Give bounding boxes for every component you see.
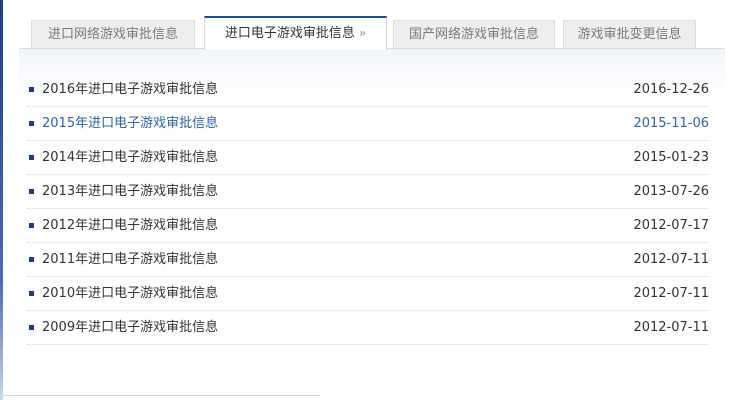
square-bullet-icon [29,257,34,262]
square-bullet-icon [29,223,34,228]
list-item: 2009年进口电子游戏审批信息 2012-07-11 [27,311,709,345]
tab-game-approval-changes[interactable]: 游戏审批变更信息 [563,20,696,48]
list-item: 2010年进口电子游戏审批信息 2012-07-11 [27,277,709,311]
list-item-link[interactable]: 2012年进口电子游戏审批信息 [27,210,218,242]
list-item-link[interactable]: 2011年进口电子游戏审批信息 [27,244,218,276]
square-bullet-icon [29,121,34,126]
list-item-title: 2016年进口电子游戏审批信息 [42,81,219,97]
list-item: 2016年进口电子游戏审批信息 2016-12-26 [27,73,709,107]
tab-import-electronic-games[interactable]: 进口电子游戏审批信息» [204,16,387,50]
list-item-title: 2009年进口电子游戏审批信息 [42,319,219,335]
list-item-title: 2010年进口电子游戏审批信息 [42,285,219,301]
list-item-link[interactable]: 2009年进口电子游戏审批信息 [27,312,218,344]
tab-label: 进口电子游戏审批信息 [224,26,355,41]
square-bullet-icon [29,155,34,160]
square-bullet-icon [29,87,34,92]
tab-domestic-online-games[interactable]: 国产网络游戏审批信息 [393,20,555,48]
list-item-title: 2014年进口电子游戏审批信息 [42,149,219,165]
list-item: 2011年进口电子游戏审批信息 2012-07-11 [27,243,709,277]
square-bullet-icon [29,325,34,330]
list-item-date: 2016-12-26 [633,81,709,97]
list-item: 2012年进口电子游戏审批信息 2012-07-17 [27,209,709,243]
tab-label: 进口网络游戏审批信息 [47,27,178,42]
list-item-date: 2012-07-11 [633,319,709,335]
approval-list: 2016年进口电子游戏审批信息 2016-12-26 2015年进口电子游戏审批… [27,73,709,345]
tab-label: 国产网络游戏审批信息 [408,27,539,42]
list-item: 2013年进口电子游戏审批信息 2013-07-26 [27,175,709,209]
list-item-date: 2015-01-23 [633,149,709,165]
list-item-link[interactable]: 2016年进口电子游戏审批信息 [27,74,218,106]
tab-bar: 进口网络游戏审批信息 进口电子游戏审批信息» 国产网络游戏审批信息 游戏审批变更… [19,14,725,50]
double-chevron-right-icon: » [358,26,367,40]
square-bullet-icon [29,189,34,194]
list-item-date: 2013-07-26 [633,183,709,199]
list-item: 2015年进口电子游戏审批信息 2015-11-06 [27,107,709,141]
square-bullet-icon [29,291,34,296]
list-item-date: 2012-07-11 [633,285,709,301]
list-item-title: 2015年进口电子游戏审批信息 [42,115,219,131]
tab-import-online-games[interactable]: 进口网络游戏审批信息 [31,20,195,48]
list-item-title: 2011年进口电子游戏审批信息 [42,251,219,267]
list-item: 2014年进口电子游戏审批信息 2015-01-23 [27,141,709,175]
list-item-link[interactable]: 2010年进口电子游戏审批信息 [27,278,218,310]
tab-label: 游戏审批变更信息 [577,27,682,42]
left-accent-bar [0,0,3,400]
approval-info-panel: 进口网络游戏审批信息 进口电子游戏审批信息» 国产网络游戏审批信息 游戏审批变更… [19,14,725,354]
list-item-date: 2012-07-11 [633,251,709,267]
tab-content: 2016年进口电子游戏审批信息 2016-12-26 2015年进口电子游戏审批… [19,48,725,349]
list-item-title: 2013年进口电子游戏审批信息 [42,183,219,199]
list-item-link[interactable]: 2013年进口电子游戏审批信息 [27,176,218,208]
list-item-date: 2012-07-17 [633,217,709,233]
list-item-link[interactable]: 2015年进口电子游戏审批信息 [27,108,218,140]
list-item-link[interactable]: 2014年进口电子游戏审批信息 [27,142,218,174]
divider [0,395,320,396]
list-item-title: 2012年进口电子游戏审批信息 [42,217,219,233]
list-item-date: 2015-11-06 [633,115,709,131]
